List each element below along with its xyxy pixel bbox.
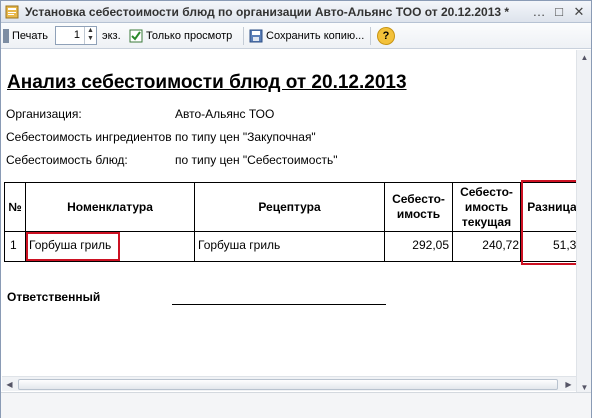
- header-cost: Себесто- имость: [392, 192, 445, 221]
- maximize-icon[interactable]: □: [551, 4, 567, 20]
- item-highlight-box: [26, 232, 120, 261]
- table-border: [4, 261, 576, 262]
- view-only-label: Только просмотр: [146, 30, 233, 42]
- header-num: №: [8, 199, 22, 214]
- org-label: Организация:: [6, 107, 82, 121]
- row-cost-current: 240,72: [482, 238, 519, 252]
- document-icon: [5, 5, 19, 19]
- stepper-arrows[interactable]: ▲ ▼: [84, 27, 96, 44]
- signature-line: [172, 304, 386, 305]
- report-title: Анализ себестоимости блюд от 20.12.2013: [7, 72, 407, 93]
- copies-input[interactable]: 1: [56, 27, 84, 44]
- copies-unit-label: экз.: [102, 30, 121, 42]
- toolbar-separator: [243, 27, 244, 45]
- save-icon: [249, 29, 263, 43]
- row-recipe: Горбуша гриль: [198, 238, 281, 252]
- vertical-scrollbar[interactable]: ▲ ▼: [576, 50, 591, 395]
- dish-cost-label: Себестоимость блюд:: [6, 153, 128, 167]
- scroll-right-icon[interactable]: ▶: [561, 377, 576, 392]
- print-icon: [3, 29, 9, 44]
- scroll-up-icon[interactable]: ▲: [577, 50, 592, 65]
- view-only-toggle[interactable]: Только просмотр: [129, 27, 232, 45]
- scroll-thumb[interactable]: [18, 379, 558, 390]
- report-content: Анализ себестоимости блюд от 20.12.2013 …: [2, 50, 576, 374]
- report-window: Установка себестоимости блюд по организа…: [0, 0, 592, 418]
- ingredient-cost-value: по типу цен "Закупочная": [175, 130, 316, 144]
- toolbar-separator: [370, 27, 371, 45]
- header-cost-current: Себесто- имость текущая: [460, 184, 513, 229]
- status-area: [1, 392, 591, 418]
- scroll-left-icon[interactable]: ◀: [2, 377, 17, 392]
- copies-stepper[interactable]: 1 ▲ ▼: [55, 26, 97, 45]
- row-cost: 292,05: [412, 238, 449, 252]
- ingredient-cost-label: Себестоимость ингредиентов:: [6, 130, 172, 144]
- view-only-icon: [129, 29, 143, 43]
- window-title: Установка себестоимости блюд по организа…: [25, 5, 510, 19]
- title-bar[interactable]: Установка себестоимости блюд по организа…: [1, 1, 591, 23]
- print-button[interactable]: Печать: [3, 27, 48, 45]
- print-label: Печать: [12, 30, 49, 42]
- header-item: Номенклатура: [67, 199, 153, 214]
- org-value: Авто-Альянс ТОО: [175, 107, 275, 121]
- toolbar: Печать 1 ▲ ▼ экз. Только просмотр Сохрани…: [1, 23, 591, 49]
- help-icon[interactable]: ?: [377, 27, 395, 45]
- row-num: 1: [10, 238, 17, 252]
- close-icon[interactable]: ✕: [571, 4, 587, 20]
- horizontal-scrollbar[interactable]: ◀ ▶: [2, 376, 576, 391]
- dish-cost-value: по типу цен "Себестоимость": [175, 153, 338, 167]
- save-copy-label: Сохранить копию...: [266, 30, 365, 42]
- responsible-label: Ответственный: [7, 290, 101, 304]
- save-copy-button[interactable]: Сохранить копию...: [249, 27, 364, 45]
- header-recipe: Рецептура: [258, 199, 321, 214]
- diff-highlight-box: [521, 180, 576, 265]
- more-icon[interactable]: …: [531, 4, 547, 20]
